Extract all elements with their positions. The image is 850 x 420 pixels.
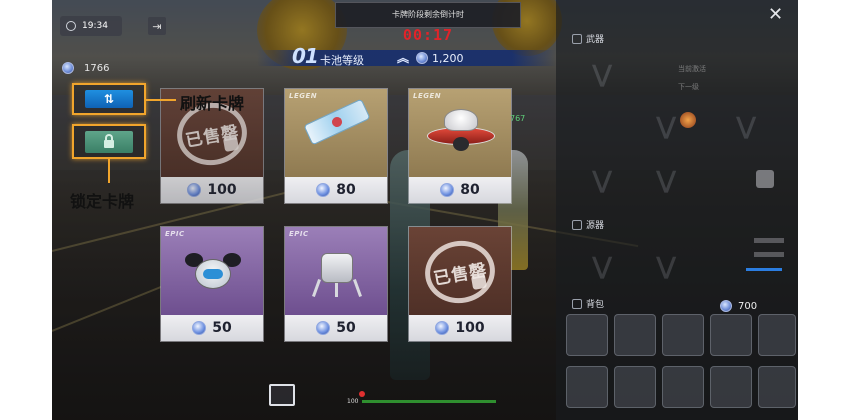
card-art: LEGEN [409, 89, 511, 177]
bag-currency: 700 [738, 301, 758, 312]
card-price-value: 80 [460, 182, 480, 198]
bag-slot[interactable] [662, 366, 704, 408]
card-price-value: 80 [336, 182, 356, 198]
currency-display: 1766 [62, 62, 109, 74]
shop-card[interactable]: 已售罄 100 [408, 226, 512, 342]
item-slot-icon[interactable] [756, 170, 774, 188]
clock-display: 19:34 [60, 16, 122, 36]
weapons-header: 武器 [572, 32, 604, 45]
bag-title: 背包 [586, 300, 605, 310]
card-price: 50 [285, 315, 387, 341]
card-art: EPIC [161, 227, 263, 315]
shop-card[interactable]: LEGEN 80 [408, 88, 512, 204]
bag-slot[interactable] [758, 314, 796, 356]
source-icon [572, 219, 582, 230]
card-art: EPIC [285, 227, 387, 315]
lock-icon [104, 133, 114, 148]
active-item-icon [680, 112, 696, 128]
phase-timer-title: 卡牌阶段剩余倒计时 [392, 10, 464, 19]
card-price: 80 [285, 177, 387, 203]
refresh-icon: ⇅ [85, 90, 133, 108]
lock-cards-button[interactable] [72, 124, 146, 159]
clock-icon [66, 21, 76, 31]
weapon-icon [572, 33, 582, 44]
exit-button[interactable]: ⇥ [148, 17, 166, 35]
game-screen: 19:34 ⇥ 1766 卡牌阶段剩余倒计时 00:17 01 卡池等级 ︽ 1… [52, 0, 798, 420]
faint-label: 下一级 [678, 83, 699, 91]
pool-level-label: 卡池等级 [320, 54, 364, 67]
shop-card[interactable]: LEGEN 80 [284, 88, 388, 204]
card-price-value: 100 [207, 182, 237, 198]
shop-card[interactable]: EPIC 50 [284, 226, 388, 342]
weapons-title: 武器 [586, 35, 605, 45]
card-price-value: 100 [455, 320, 485, 336]
coin-icon [440, 183, 455, 197]
bag-slot[interactable] [710, 366, 752, 408]
currency-amount: 1766 [84, 62, 110, 74]
pool-level-number: 01 [292, 44, 319, 68]
card-price: 50 [161, 315, 263, 341]
phase-timer-box: 卡牌阶段剩余倒计时 [335, 2, 521, 28]
clock-time: 19:34 [82, 21, 108, 31]
source-header: 源器 [572, 218, 604, 231]
bag-slot[interactable] [662, 314, 704, 356]
phase-timer-value: 00:17 [402, 26, 454, 44]
side-number: 767 [510, 114, 526, 123]
card-price: 100 [409, 315, 511, 341]
card-rarity-tag: EPIC [289, 230, 309, 238]
bag-slot[interactable] [566, 314, 608, 356]
coin-icon [192, 321, 207, 335]
sold-out-stamp: 已售罄 [420, 235, 500, 309]
coin-icon [316, 321, 331, 335]
bag-slot[interactable] [710, 314, 752, 356]
exit-icon: ⇥ [152, 19, 162, 33]
card-price-value: 50 [212, 320, 232, 336]
card-rarity-tag: EPIC [165, 230, 185, 238]
bag-header: 背包 [572, 297, 604, 310]
coin-icon [62, 62, 74, 74]
lock-icon-box [85, 131, 133, 153]
coin-icon [416, 52, 428, 64]
bag-icon [572, 298, 582, 309]
card-price-value: 50 [336, 320, 356, 336]
coin-icon [316, 183, 331, 197]
card-price: 100 [161, 177, 263, 203]
close-icon[interactable]: ✕ [768, 4, 783, 25]
hp-indicator-icon [359, 391, 365, 397]
pool-upgrade-button[interactable]: ︽ [397, 49, 409, 66]
refresh-caption: 刷新卡牌 [180, 94, 245, 113]
gear-icon [470, 273, 488, 290]
robot-item-icon [185, 249, 241, 301]
card-price: 80 [409, 177, 511, 203]
card-art: 已售罄 [409, 227, 511, 315]
pool-upgrade-cost: 1,200 [432, 52, 464, 65]
faint-label: 当前激活 [678, 65, 706, 73]
card-rarity-tag: LEGEN [289, 92, 318, 100]
hp-label: 100 [347, 398, 359, 405]
bag-slot[interactable] [614, 366, 656, 408]
source-progress-bar [746, 268, 782, 271]
crystal-item-icon [303, 98, 371, 146]
drone-item-icon [307, 243, 367, 303]
shop-card[interactable]: EPIC 50 [160, 226, 264, 342]
lock-caption: 锁定卡牌 [70, 192, 135, 211]
coin-icon [720, 300, 732, 312]
hp-bar [362, 400, 496, 403]
card-rarity-tag: LEGEN [413, 92, 442, 100]
refresh-cards-button[interactable]: ⇅ [72, 83, 146, 115]
action-icon[interactable] [269, 384, 295, 406]
card-art: LEGEN [285, 89, 387, 177]
bag-slot[interactable] [614, 314, 656, 356]
bag-slot[interactable] [566, 366, 608, 408]
callout-line [108, 159, 110, 183]
source-title: 源器 [586, 221, 605, 231]
bag-slot[interactable] [758, 366, 796, 408]
ufo-item-icon [427, 109, 495, 155]
callout-line [146, 99, 176, 101]
gear-icon [222, 135, 240, 152]
coin-icon [435, 321, 450, 335]
coin-icon [187, 183, 202, 197]
